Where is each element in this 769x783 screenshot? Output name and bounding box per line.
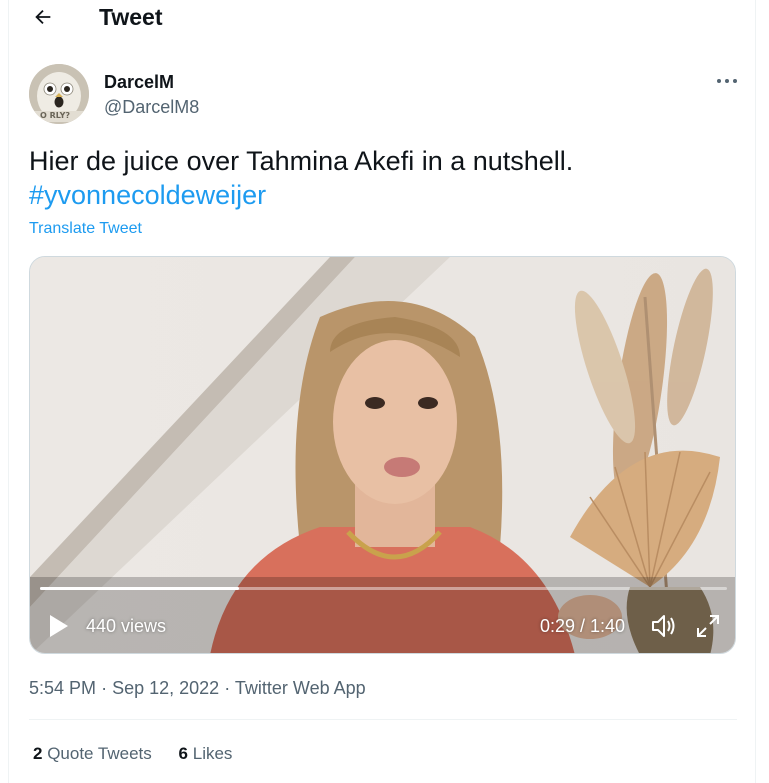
likes-stat[interactable]: 6 Likes — [179, 743, 233, 765]
divider — [29, 719, 737, 720]
author-name[interactable]: DarcelM — [104, 71, 174, 93]
video-progress-bar[interactable] — [40, 587, 727, 590]
quote-label: Quote Tweets — [47, 744, 152, 763]
video-frame — [30, 257, 735, 653]
play-button[interactable] — [48, 613, 72, 639]
meta-separator: · — [101, 678, 108, 698]
play-icon — [50, 615, 68, 637]
hashtag-link[interactable]: #yvonnecoldeweijer — [29, 178, 266, 212]
more-button[interactable] — [712, 70, 742, 92]
tweet-column: Tweet O RLY? DarcelM @DarcelM8 Hier de j… — [8, 0, 756, 783]
tweet-time[interactable]: 5:54 PM — [29, 678, 96, 698]
tweet-meta: 5:54 PM · Sep 12, 2022 · Twitter Web App — [29, 677, 366, 699]
video-time: 0:29 / 1:40 — [540, 616, 626, 636]
fullscreen-button[interactable] — [695, 613, 721, 639]
translate-tweet-link[interactable]: Translate Tweet — [29, 220, 142, 238]
more-icon — [717, 79, 737, 83]
volume-button[interactable] — [650, 612, 678, 640]
header: Tweet — [9, 0, 755, 36]
back-arrow-icon — [35, 9, 51, 25]
avatar-caption: O RLY? — [40, 111, 71, 120]
tweet-source[interactable]: Twitter Web App — [235, 678, 366, 698]
quote-tweets-stat[interactable]: 2 Quote Tweets — [33, 743, 152, 765]
view-count: 440 views — [86, 616, 167, 636]
tweet-body: Hier de juice over Tahmina Akefi in a nu… — [29, 146, 574, 176]
quote-count: 2 — [33, 744, 43, 763]
likes-label: Likes — [192, 744, 233, 763]
fullscreen-icon — [697, 615, 719, 637]
video-progress-fill — [40, 587, 240, 590]
avatar[interactable]: O RLY? — [29, 64, 89, 124]
author-handle[interactable]: @DarcelM8 — [104, 96, 199, 118]
video-player[interactable]: 440 views 0:29 / 1:40 — [29, 256, 736, 654]
likes-count: 6 — [178, 744, 188, 763]
meta-separator-2: · — [224, 678, 231, 698]
author-block: O RLY? DarcelM @DarcelM8 — [29, 64, 737, 124]
back-button[interactable] — [31, 3, 55, 31]
volume-icon — [652, 615, 675, 637]
tweet-text: Hier de juice over Tahmina Akefi in a nu… — [29, 144, 729, 212]
page-title: Tweet — [99, 4, 163, 30]
tweet-stats: 2 Quote Tweets 6 Likes — [33, 743, 254, 765]
tweet-date[interactable]: Sep 12, 2022 — [112, 678, 219, 698]
